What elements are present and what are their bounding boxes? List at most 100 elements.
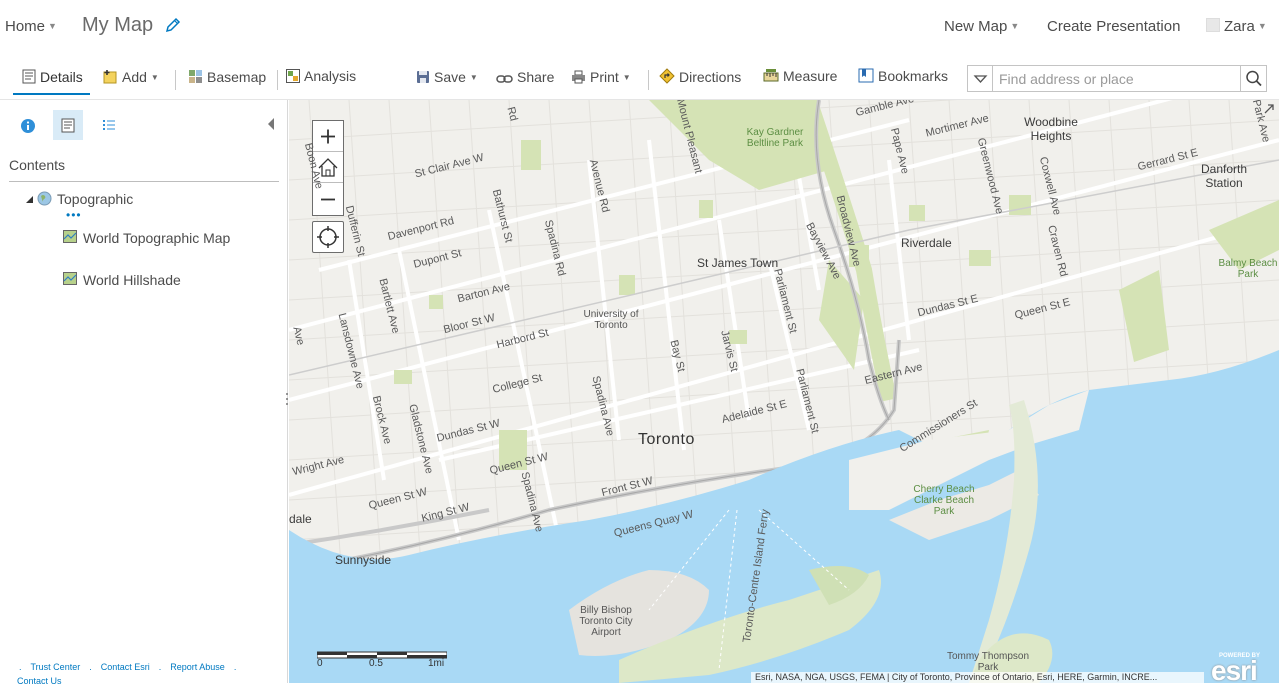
chevron-down-icon	[973, 75, 988, 83]
search-input[interactable]	[994, 66, 1241, 91]
sublayer-world-hillshade[interactable]: World Hillshade	[83, 272, 181, 288]
analysis-label: Analysis	[304, 68, 357, 84]
toolbar: Details Add ▼ Basemap Analysis Save ▼ Shar…	[0, 56, 1279, 100]
edit-pencil-icon[interactable]	[164, 16, 182, 34]
chevron-down-icon: ▼	[622, 73, 631, 82]
active-tab-indicator	[13, 93, 90, 95]
toolbar-divider	[648, 70, 649, 90]
add-label: Add	[122, 69, 147, 85]
plus-icon	[321, 129, 335, 144]
info-icon	[21, 119, 35, 133]
chevron-down-icon: ▼	[48, 21, 57, 31]
map-label-sunnyside: Sunnyside	[335, 553, 392, 567]
user-name: Zara	[1224, 18, 1255, 35]
footer-links: . Trust Center. Contact Esri. Report Abuse.	[19, 662, 237, 672]
contact-us-link[interactable]: Contact Us	[17, 676, 62, 686]
home-label: Home	[5, 18, 46, 35]
map-label-dale: dale	[289, 512, 312, 526]
scale-bar: 0 0.5 1mi	[316, 647, 448, 669]
directions-button[interactable]: Directions	[659, 68, 741, 85]
search-source-dropdown[interactable]	[968, 66, 993, 91]
toolbar-divider	[175, 70, 176, 90]
bookmarks-label: Bookmarks	[878, 68, 949, 84]
divider	[9, 181, 279, 182]
legend-icon	[103, 120, 115, 130]
crosshair-icon	[317, 226, 339, 248]
map-label-balmy-beach-park: Balmy Beach Park	[1218, 258, 1278, 280]
tab-contents[interactable]	[53, 110, 83, 140]
bookmarks-button[interactable]: Bookmarks	[858, 68, 948, 84]
create-presentation-link[interactable]: Create Presentation	[1047, 18, 1180, 35]
print-label: Print	[590, 69, 619, 85]
new-map-menu[interactable]: New Map ▼	[944, 18, 1019, 35]
contents-list-icon	[61, 118, 75, 133]
contents-panel: Contents Topographic ••• World Topograph…	[0, 100, 288, 686]
contents-heading: Contents	[9, 157, 66, 173]
map-label-university-of-toronto: University of Toronto	[583, 309, 639, 331]
map-view[interactable]: Toronto St James Town Riverdale Woodbine…	[289, 100, 1279, 683]
globe-icon	[37, 191, 52, 206]
save-label: Save	[434, 69, 466, 85]
sublayer-world-topographic[interactable]: World Topographic Map	[83, 230, 230, 246]
printer-icon	[572, 70, 585, 84]
save-floppy-icon	[417, 71, 429, 83]
share-button[interactable]: Share	[496, 69, 554, 85]
chevron-down-icon: ▼	[150, 73, 159, 82]
map-attribution[interactable]: Esri, NASA, NGA, USGS, FEMA | City of To…	[751, 672, 1204, 683]
avatar	[1206, 18, 1220, 32]
report-abuse-link[interactable]: Report Abuse	[170, 662, 225, 672]
basemap-label: Basemap	[207, 69, 267, 85]
add-layer-icon	[103, 70, 117, 84]
search-icon	[1246, 70, 1262, 87]
directions-sign-icon	[659, 68, 675, 84]
scale-label-1mi: 1mi	[428, 658, 445, 669]
layer-topographic[interactable]: Topographic	[57, 191, 133, 207]
basemap-button[interactable]: Basemap	[188, 69, 266, 85]
tab-legend[interactable]	[94, 110, 124, 140]
measure-ruler-icon	[763, 69, 779, 82]
map-label-tommy-thompson-park: Tommy Thompson Park	[946, 651, 1030, 673]
zoom-in-button[interactable]	[313, 121, 343, 152]
analysis-icon	[286, 69, 300, 83]
details-button[interactable]: Details	[22, 69, 83, 85]
measure-button[interactable]: Measure	[763, 68, 837, 84]
map-label-woodbine-heights: Woodbine Heights	[1024, 115, 1078, 143]
directions-label: Directions	[679, 69, 742, 85]
add-button[interactable]: Add ▼	[103, 69, 159, 85]
save-button[interactable]: Save ▼	[416, 69, 478, 85]
search-button[interactable]	[1240, 66, 1266, 91]
new-map-label: New Map	[944, 18, 1008, 35]
print-button[interactable]: Print ▼	[571, 69, 631, 85]
toolbar-divider	[277, 70, 278, 90]
analysis-button[interactable]: Analysis	[286, 68, 356, 84]
map-label-riverdale: Riverdale	[901, 236, 952, 250]
chevron-down-icon: ▼	[1257, 21, 1267, 31]
basemap-canvas[interactable]	[289, 100, 1279, 683]
share-link-icon	[496, 75, 513, 83]
details-label: Details	[40, 69, 83, 85]
contact-esri-link[interactable]: Contact Esri	[101, 662, 150, 672]
user-menu[interactable]: Zara ▼	[1206, 18, 1267, 35]
top-bar: Home ▼ My Map New Map ▼ Create Presentatio…	[0, 0, 1279, 56]
chevron-down-icon: ▼	[1010, 21, 1020, 31]
basemap-grid-icon	[189, 70, 202, 83]
trust-center-link[interactable]: Trust Center	[31, 662, 81, 672]
locate-button[interactable]	[312, 221, 344, 253]
map-label-toronto: Toronto	[638, 431, 695, 448]
tab-about[interactable]	[13, 110, 43, 140]
esri-logo[interactable]: POWERED BY esri	[1209, 652, 1275, 683]
bookmarks-icon	[858, 68, 874, 83]
chevron-down-icon: ▼	[469, 73, 478, 82]
search-box	[967, 65, 1267, 92]
collapse-triangle-icon[interactable]	[25, 195, 34, 204]
map-label-billy-bishop-airport: Billy Bishop Toronto City Airport	[579, 605, 633, 638]
map-label-kay-gardner-park: Kay Gardner Beltline Park	[746, 127, 804, 149]
layer-options-icon[interactable]: •••	[66, 209, 82, 221]
map-label-st-james-town: St James Town	[697, 256, 779, 270]
map-layer-icon	[63, 272, 77, 285]
map-label-danforth-station: Danforth Station	[1200, 162, 1248, 190]
collapse-panel-icon[interactable]	[268, 118, 274, 130]
details-icon	[22, 69, 36, 84]
esri-wordmark: esri	[1211, 655, 1258, 683]
home-menu[interactable]: Home ▼	[5, 18, 57, 35]
